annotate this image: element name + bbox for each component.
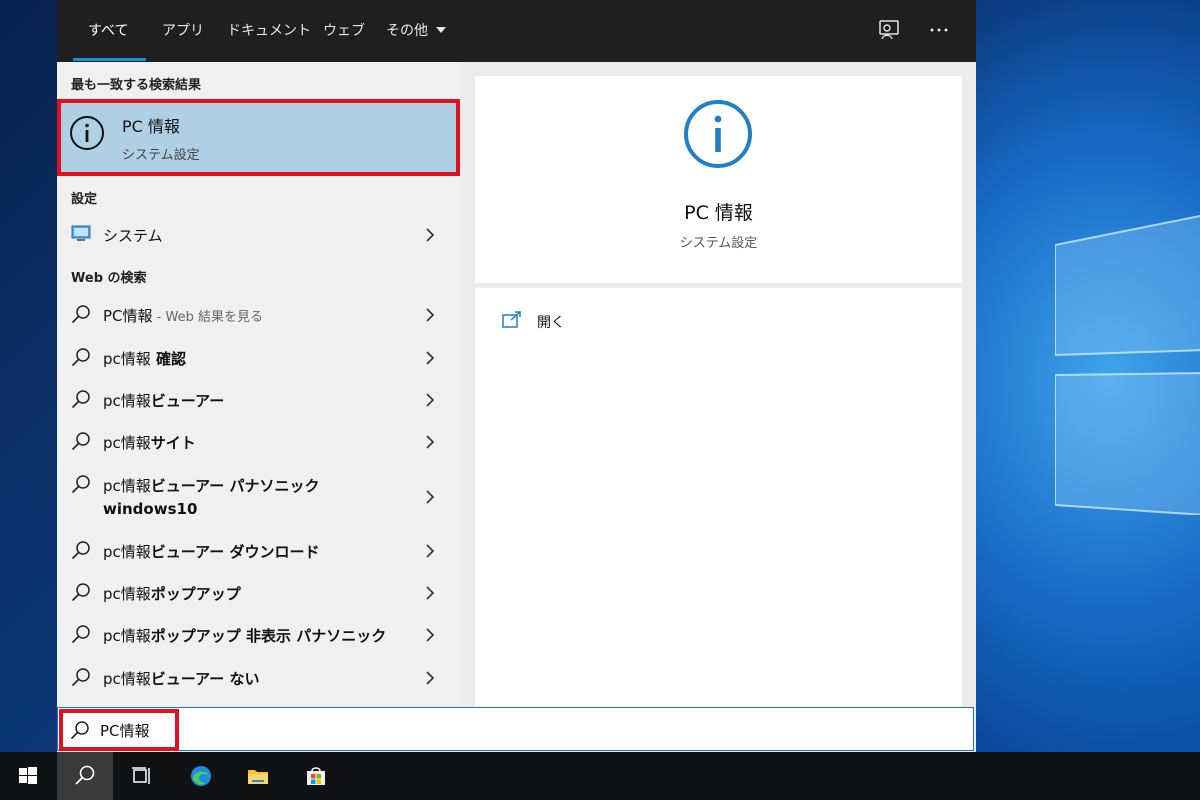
web-result-suggestion: ポップアップ 非表示 パナソニック	[150, 627, 387, 645]
web-result-text: pc情報	[103, 477, 151, 495]
tab-web[interactable]: ウェブ	[323, 20, 365, 42]
start-button[interactable]	[0, 752, 56, 800]
web-search-heading: Web の検索	[71, 271, 147, 286]
web-result-suggestion: サイト	[150, 434, 196, 452]
web-result-row[interactable]: pc情報ポップアップ 非表示 パナソニック	[57, 620, 460, 650]
best-match-heading: 最も一致する検索結果	[71, 78, 202, 93]
tab-apps[interactable]: アプリ	[162, 20, 204, 42]
search-icon	[71, 390, 90, 409]
tab-documents[interactable]: ドキュメント	[227, 20, 311, 42]
active-tab-indicator	[73, 58, 146, 61]
search-icon	[71, 348, 90, 367]
edge-taskbar-button[interactable]	[173, 752, 229, 800]
web-result-text: pc情報	[103, 585, 151, 603]
web-result-suggestion: ビューアー	[150, 392, 225, 410]
web-result-suggestion: ポップアップ	[150, 585, 241, 603]
web-result-row[interactable]: pc情報ビューアー	[57, 385, 460, 415]
web-result-row[interactable]: pc情報ビューアー ない	[57, 663, 460, 693]
search-tab-bar: すべて アプリ ドキュメント ウェブ その他	[57, 0, 976, 62]
best-match-result[interactable]: PC 情報 システム設定	[57, 99, 460, 176]
web-result-text: pc情報	[103, 392, 151, 410]
search-icon	[71, 668, 90, 687]
web-result-row[interactable]: pc情報 確認	[57, 343, 460, 373]
taskbar	[0, 752, 1200, 800]
chevron-right-icon	[426, 671, 435, 685]
search-icon	[71, 475, 90, 494]
microsoft-store-icon	[307, 767, 325, 785]
web-result-text: PC情報	[103, 307, 153, 325]
windows-logo-light-icon	[1055, 215, 1200, 515]
web-result-hint: - Web 結果を見る	[152, 310, 263, 325]
web-result-text: pc情報	[103, 350, 151, 368]
windows-start-icon	[19, 767, 37, 784]
open-icon	[502, 311, 521, 328]
file-explorer-icon	[248, 770, 268, 784]
web-result-text: pc情報	[103, 627, 151, 645]
edge-browser-icon	[191, 766, 211, 786]
results-list: 最も一致する検索結果 PC 情報 システム設定 設定 システム Web の検索	[57, 62, 460, 707]
search-icon	[71, 432, 90, 451]
web-result-text: pc情報	[103, 543, 151, 561]
search-icon	[75, 765, 95, 785]
preview-title: PC 情報	[684, 202, 753, 224]
open-label: 開く	[537, 315, 565, 331]
chevron-right-icon	[426, 393, 435, 407]
info-circle-icon	[70, 116, 104, 150]
chevron-right-icon	[426, 228, 435, 242]
task-view-icon	[132, 767, 150, 784]
chevron-right-icon	[426, 628, 435, 642]
chevron-right-icon	[426, 435, 435, 449]
chevron-right-icon	[426, 308, 435, 322]
web-result-row[interactable]: pc情報ビューアー ダウンロード	[57, 536, 460, 566]
settings-item-label: システム	[103, 227, 163, 245]
chevron-right-icon	[426, 544, 435, 558]
web-result-suggestion: ビューアー ダウンロード	[150, 543, 320, 561]
search-icon	[71, 625, 90, 644]
preview-actions: 開く	[475, 288, 962, 707]
web-result-row[interactable]: pc情報サイト	[57, 427, 460, 457]
settings-item-system[interactable]: システム	[57, 220, 460, 250]
preview-pane: PC 情報 システム設定 開く	[475, 76, 962, 707]
web-result-suggestion: ビューアー パナソニック	[150, 477, 320, 495]
web-result-suggestion-line2: windows10	[103, 500, 198, 518]
tab-more[interactable]: その他	[386, 20, 446, 42]
taskbar-search-button[interactable]	[57, 752, 113, 800]
preview-card: PC 情報 システム設定	[475, 76, 962, 283]
best-match-title: PC 情報	[122, 117, 180, 136]
chevron-right-icon	[426, 351, 435, 365]
web-result-text: pc情報	[103, 434, 151, 452]
info-circle-icon	[684, 100, 752, 168]
search-icon	[71, 305, 90, 324]
task-view-button[interactable]	[114, 752, 170, 800]
feedback-icon[interactable]	[877, 18, 901, 42]
web-result-suggestion: 確認	[150, 350, 187, 368]
tab-all[interactable]: すべて	[88, 20, 128, 42]
more-options-icon[interactable]	[927, 18, 951, 42]
settings-heading: 設定	[71, 192, 98, 207]
search-box[interactable]	[57, 707, 974, 751]
web-result-row[interactable]: pc情報ビューアー パナソニック windows10	[57, 470, 460, 522]
store-taskbar-button[interactable]	[288, 752, 344, 800]
chevron-right-icon	[426, 490, 435, 504]
search-icon	[71, 541, 90, 560]
search-icon	[70, 721, 89, 740]
monitor-icon	[71, 225, 91, 241]
search-panel: すべて アプリ ドキュメント ウェブ その他 最も一致する検索結果 PC 情報 …	[57, 0, 976, 752]
web-result-row[interactable]: PC情報 - Web 結果を見る	[57, 300, 460, 330]
web-result-suggestion: ビューアー ない	[150, 670, 260, 688]
preview-subtitle: システム設定	[679, 236, 758, 251]
chevron-right-icon	[426, 586, 435, 600]
search-input[interactable]	[100, 716, 960, 744]
chevron-down-icon	[436, 27, 446, 33]
file-explorer-taskbar-button[interactable]	[230, 752, 286, 800]
web-result-text: pc情報	[103, 670, 151, 688]
best-match-subtitle: システム設定	[122, 148, 200, 163]
web-result-row[interactable]: pc情報ポップアップ	[57, 578, 460, 608]
search-icon	[71, 583, 90, 602]
